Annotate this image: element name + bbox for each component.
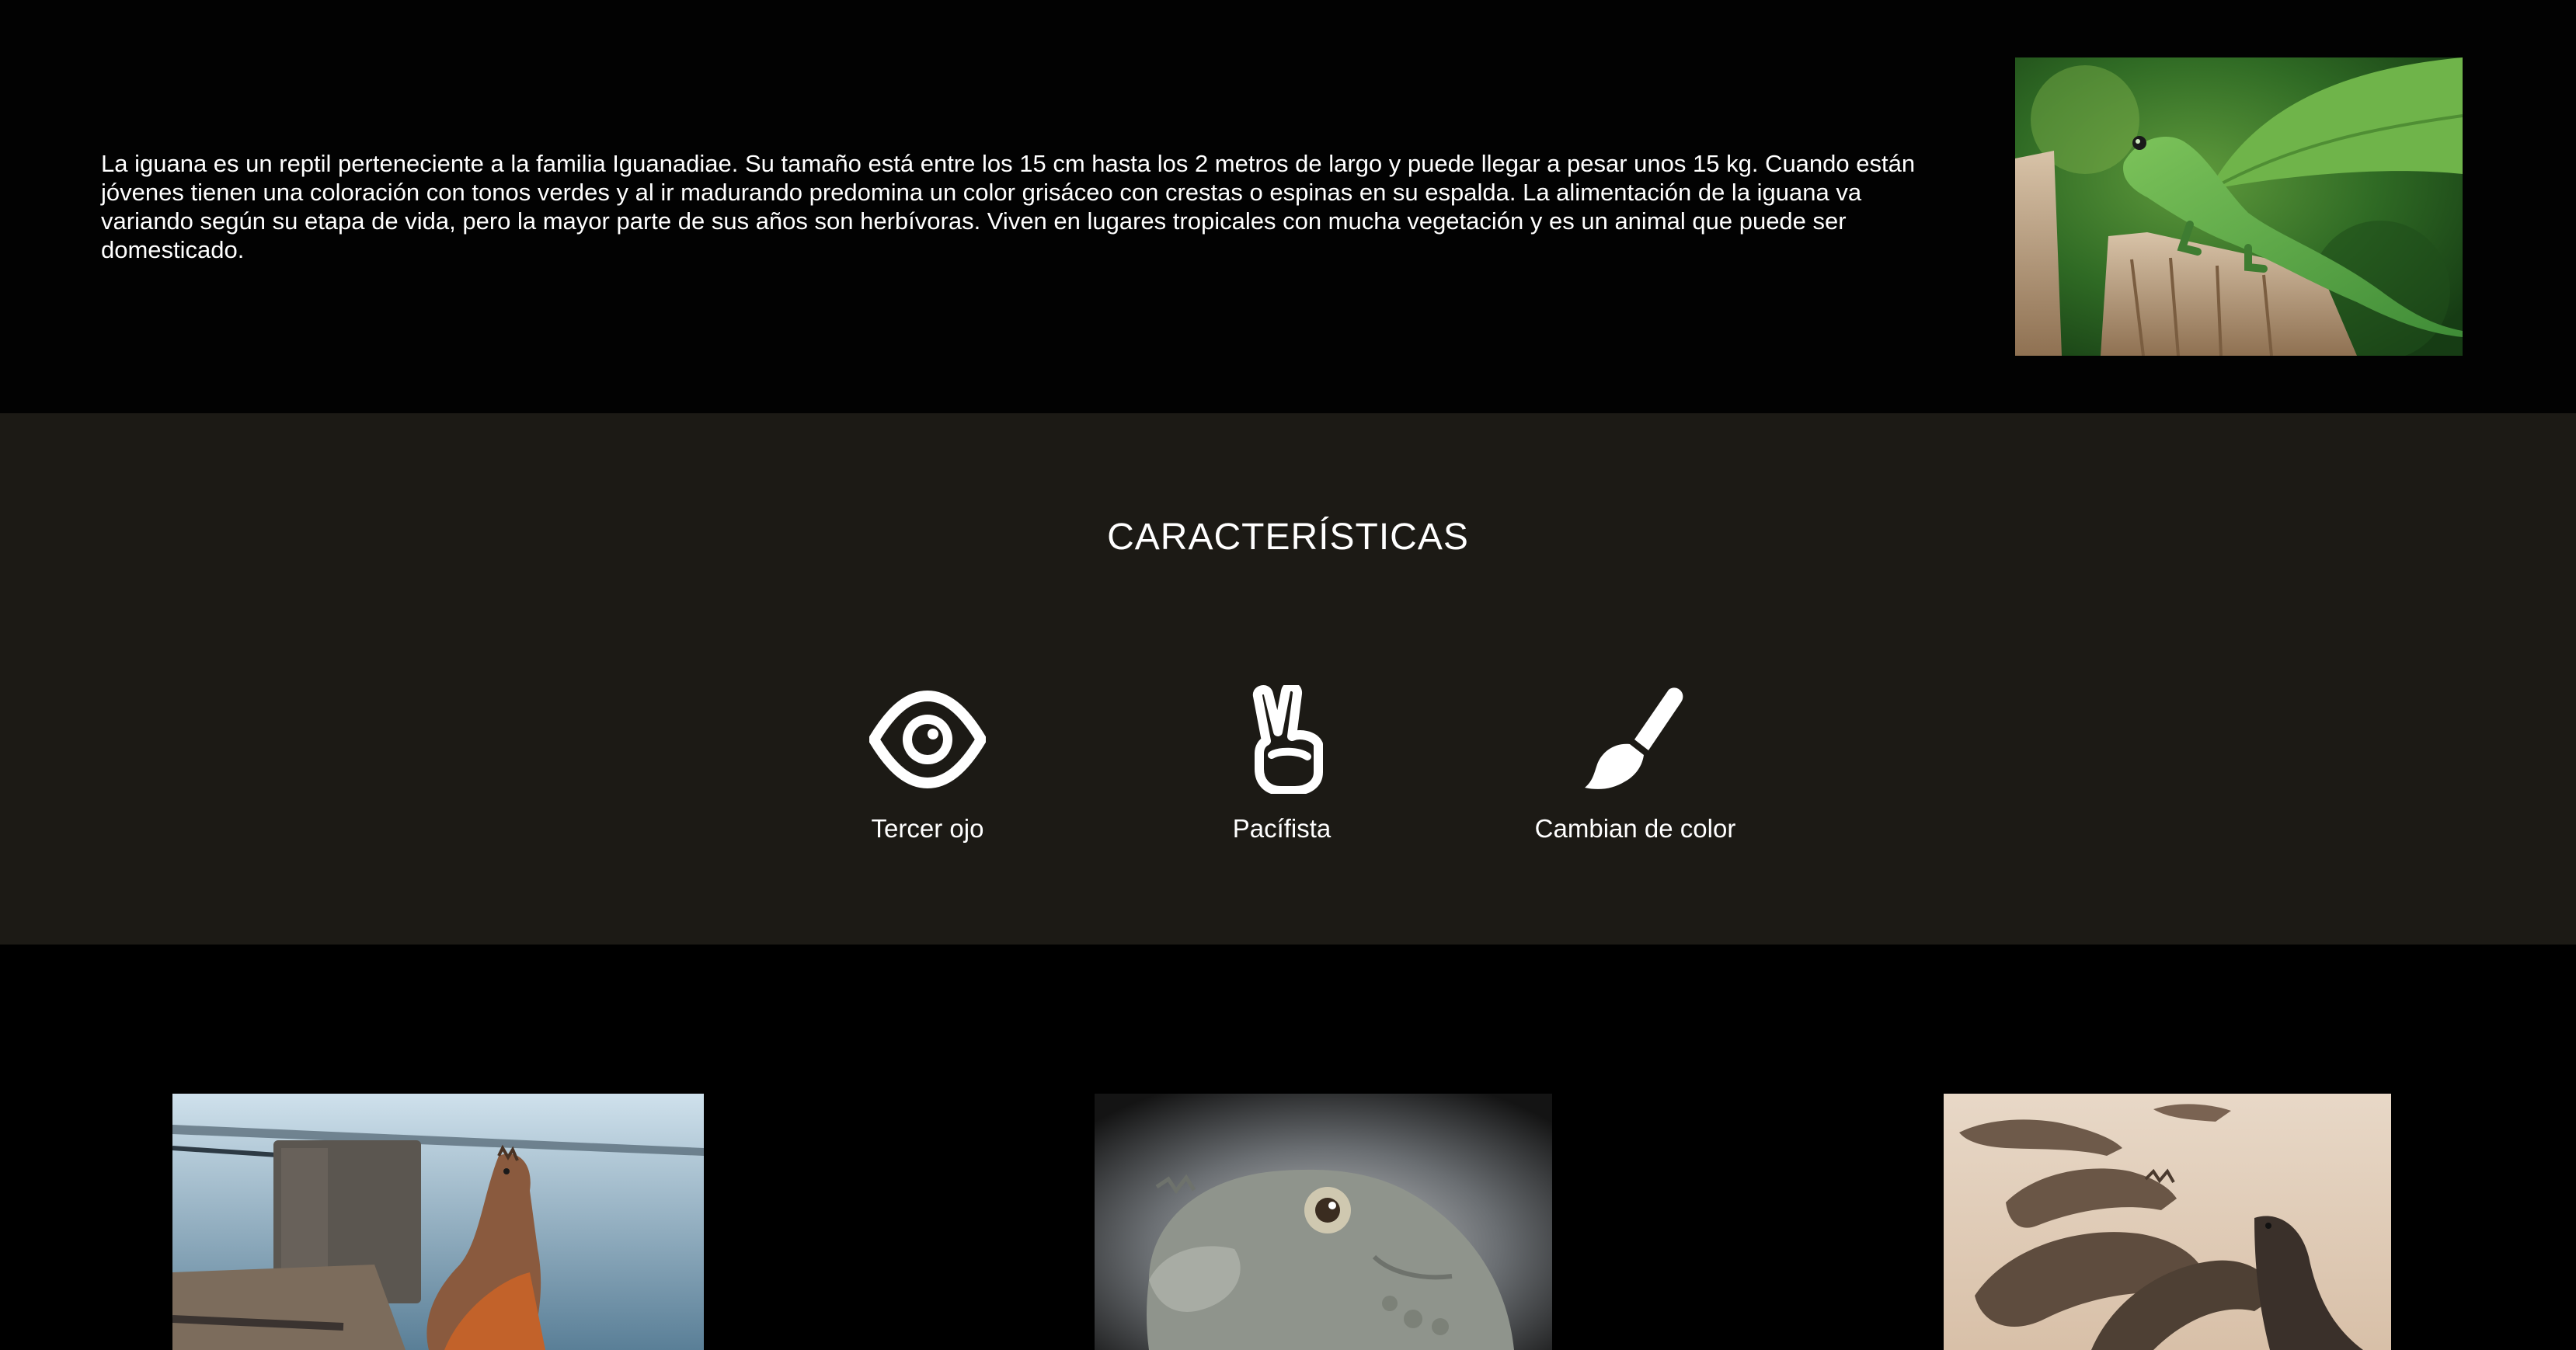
page: La iguana es un reptil perteneciente a l… xyxy=(0,0,2576,1350)
eye-icon xyxy=(869,685,986,794)
paintbrush-icon xyxy=(1577,685,1694,794)
peace-hand-icon xyxy=(1224,685,1340,794)
feature-label: Pacífista xyxy=(1232,814,1332,843)
iguana-by-water-photo xyxy=(172,1094,704,1350)
features-section: CARACTERÍSTICAS Tercer ojo Pacífista Cam… xyxy=(0,413,2576,945)
intro-section: La iguana es un reptil perteneciente a l… xyxy=(0,0,2576,413)
features-title: CARACTERÍSTICAS xyxy=(1107,517,1469,558)
gallery-section xyxy=(0,945,2576,1350)
green-iguana-photo xyxy=(2015,57,2463,356)
iguanas-on-sand-photo xyxy=(1944,1094,2391,1350)
feature-label: Tercer ojo xyxy=(871,814,984,843)
feature-third-eye: Tercer ojo xyxy=(772,685,1083,844)
feature-label: Cambian de color xyxy=(1534,814,1736,843)
intro-paragraph: La iguana es un reptil perteneciente a l… xyxy=(101,150,1916,263)
feature-changes-color: Cambian de color xyxy=(1480,685,1791,844)
feature-pacifist: Pacífista xyxy=(1126,685,1437,844)
iguana-head-closeup-photo xyxy=(1095,1094,1552,1350)
